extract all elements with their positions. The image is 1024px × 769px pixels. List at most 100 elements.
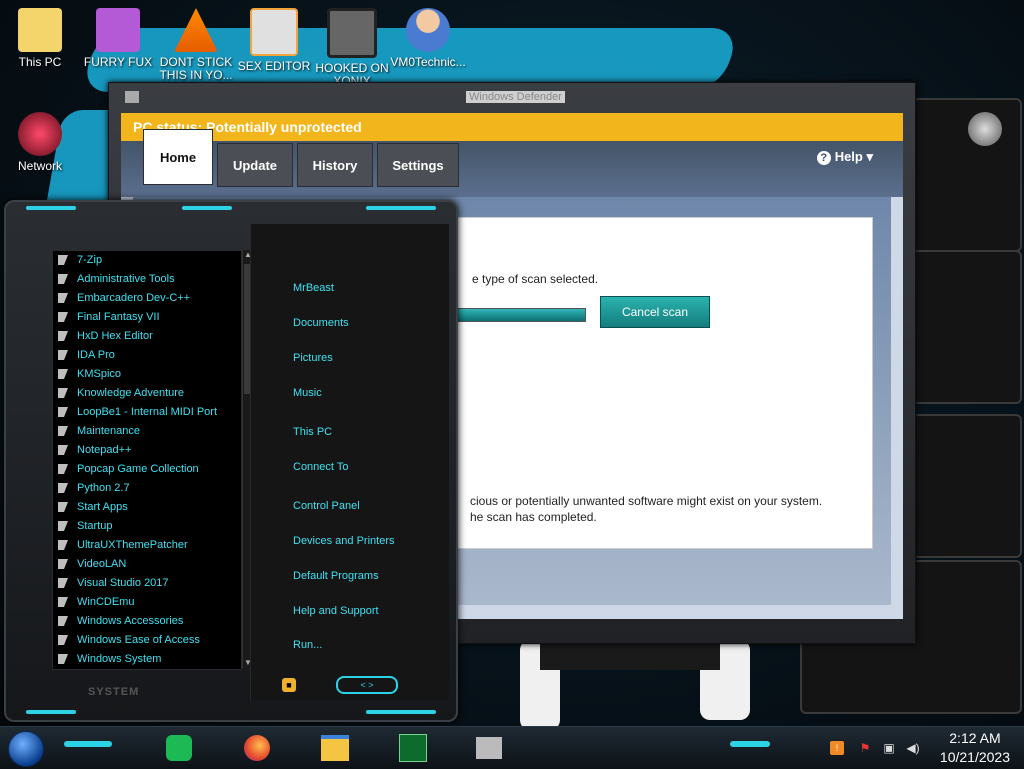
window-title: Windows Defender xyxy=(466,91,565,103)
folder-icon xyxy=(58,331,68,341)
action-center-flag-icon[interactable]: ⚑ xyxy=(858,741,872,755)
program-item[interactable]: Maintenance xyxy=(53,422,241,441)
folder-icon xyxy=(58,616,68,626)
program-item[interactable]: Start Apps xyxy=(53,498,241,517)
folder-icon xyxy=(58,502,68,512)
spotify-icon[interactable] xyxy=(162,732,196,764)
clock-date: 10/21/2023 xyxy=(939,749,1010,765)
place-item[interactable]: Devices and Printers xyxy=(293,535,395,547)
folder-icon xyxy=(58,521,68,531)
program-item[interactable]: Visual Studio 2017 xyxy=(53,574,241,593)
program-item[interactable]: Popcap Game Collection xyxy=(53,460,241,479)
desktop-icon-sex-editor[interactable]: SEX EDITOR xyxy=(234,8,314,73)
tab-update[interactable]: Update xyxy=(217,143,293,187)
logoff-icon[interactable]: ■ xyxy=(282,678,296,692)
desktop-icon-this-pc[interactable]: This PC xyxy=(0,8,80,69)
xonix-icon xyxy=(327,8,377,58)
program-item[interactable]: Startup xyxy=(53,517,241,536)
network-tray-icon[interactable]: ▣ xyxy=(882,741,896,755)
help-menu[interactable]: ? Help ▾ xyxy=(816,149,873,165)
place-item[interactable]: Music xyxy=(293,387,322,399)
program-item[interactable]: LoopBe1 - Internal MIDI Port xyxy=(53,403,241,422)
tab-settings[interactable]: Settings xyxy=(377,143,459,187)
folder-icon xyxy=(58,293,68,303)
system-clock[interactable]: 2:12 AM 10/21/2023 xyxy=(940,729,1010,767)
folder-icon xyxy=(58,350,68,360)
folder-icon xyxy=(58,483,68,493)
explorer-icon[interactable] xyxy=(318,732,352,764)
place-item[interactable]: This PC xyxy=(293,426,332,438)
cancel-scan-button[interactable]: Cancel scan xyxy=(600,296,710,328)
program-item[interactable]: UltraUXThemePatcher xyxy=(53,536,241,555)
scan-type-text: e type of scan selected. xyxy=(472,272,599,286)
program-item[interactable]: Windows Accessories xyxy=(53,612,241,631)
warning-text-1: cious or potentially unwanted software m… xyxy=(470,494,823,508)
folder-icon xyxy=(58,540,68,550)
program-item[interactable]: Windows Ease of Access xyxy=(53,631,241,650)
volume-icon[interactable]: ◀) xyxy=(906,741,920,755)
desktop-icon-dont-stick[interactable]: DONT STICK THIS IN YO... xyxy=(156,8,236,82)
folder-icon xyxy=(58,255,68,265)
taskmanager-icon[interactable] xyxy=(396,732,430,764)
folder-icon xyxy=(58,312,68,322)
tab-strip: Home Update History Settings xyxy=(121,129,903,197)
folder-icon xyxy=(58,274,68,284)
alienware-logo-icon xyxy=(968,112,1002,146)
pc-status-banner: PC status: Potentially unprotected xyxy=(121,113,903,141)
tab-home[interactable]: Home xyxy=(143,129,213,185)
hxd-icon xyxy=(250,8,298,56)
program-item[interactable]: WinCDEmu xyxy=(53,593,241,612)
start-menu[interactable]: 7-Zip Administrative Tools Embarcadero Dev… xyxy=(4,200,458,722)
place-item[interactable]: Help and Support xyxy=(293,605,379,617)
place-item[interactable]: Connect To xyxy=(293,461,348,473)
gadget-memory xyxy=(912,250,1022,404)
folder-icon xyxy=(58,369,68,379)
place-item[interactable]: Pictures xyxy=(293,352,333,364)
places-pane: MrBeast Documents Pictures Music This PC Conn… xyxy=(250,224,449,700)
program-item[interactable]: Notepad++ xyxy=(53,441,241,460)
folder-icon xyxy=(58,559,68,569)
tab-history[interactable]: History xyxy=(297,143,373,187)
desktop-icon-network[interactable]: Network xyxy=(0,112,80,173)
gadget-network xyxy=(912,414,1022,558)
place-item[interactable]: MrBeast xyxy=(293,282,334,294)
desktop-icon-hooked-on-xonix[interactable]: HOOKED ON XONIX xyxy=(312,8,392,88)
place-item[interactable]: Default Programs xyxy=(293,570,379,582)
program-item[interactable]: VideoLAN xyxy=(53,555,241,574)
user-icon xyxy=(406,8,450,52)
place-item[interactable]: Documents xyxy=(293,317,349,329)
program-item[interactable]: IDA Pro xyxy=(53,346,241,365)
program-item[interactable]: Administrative Tools xyxy=(53,270,241,289)
power-button[interactable]: < > xyxy=(336,676,398,694)
network-icon xyxy=(18,112,62,156)
desktop-icon-vm0technic[interactable]: VM0Technic... xyxy=(388,8,468,69)
program-item[interactable]: Embarcadero Dev-C++ xyxy=(53,289,241,308)
firefox-icon[interactable] xyxy=(240,732,274,764)
window-menu-icon[interactable] xyxy=(125,91,139,103)
place-item[interactable]: Control Panel xyxy=(293,500,360,512)
program-item[interactable]: Final Fantasy VII xyxy=(53,308,241,327)
program-item[interactable]: Python 2.7 xyxy=(53,479,241,498)
program-item[interactable]: KMSpico xyxy=(53,365,241,384)
folder-icon xyxy=(58,388,68,398)
folder-icon xyxy=(58,597,68,607)
program-item[interactable]: 7-Zip xyxy=(53,251,241,270)
gadget-cpu xyxy=(912,98,1022,252)
program-item[interactable]: HxD Hex Editor xyxy=(53,327,241,346)
program-item[interactable]: Knowledge Adventure xyxy=(53,384,241,403)
xonix-icon[interactable] xyxy=(472,732,506,764)
all-programs-list[interactable]: 7-Zip Administrative Tools Embarcadero Dev… xyxy=(52,250,242,670)
folder-icon xyxy=(58,445,68,455)
folder-icon xyxy=(58,635,68,645)
notification-icon[interactable]: ! xyxy=(830,741,844,755)
desktop-icon-furry-fux[interactable]: FURRY FUX xyxy=(78,8,158,69)
vlc-icon xyxy=(174,8,218,52)
start-orb[interactable] xyxy=(8,731,44,767)
place-item[interactable]: Run... xyxy=(293,639,322,651)
warning-text-2: he scan has completed. xyxy=(470,510,597,524)
folder-icon xyxy=(58,426,68,436)
system-label: SYSTEM xyxy=(88,686,140,698)
folder-icon xyxy=(58,464,68,474)
program-item[interactable]: Windows System xyxy=(53,650,241,669)
this-pc-icon xyxy=(18,8,62,52)
